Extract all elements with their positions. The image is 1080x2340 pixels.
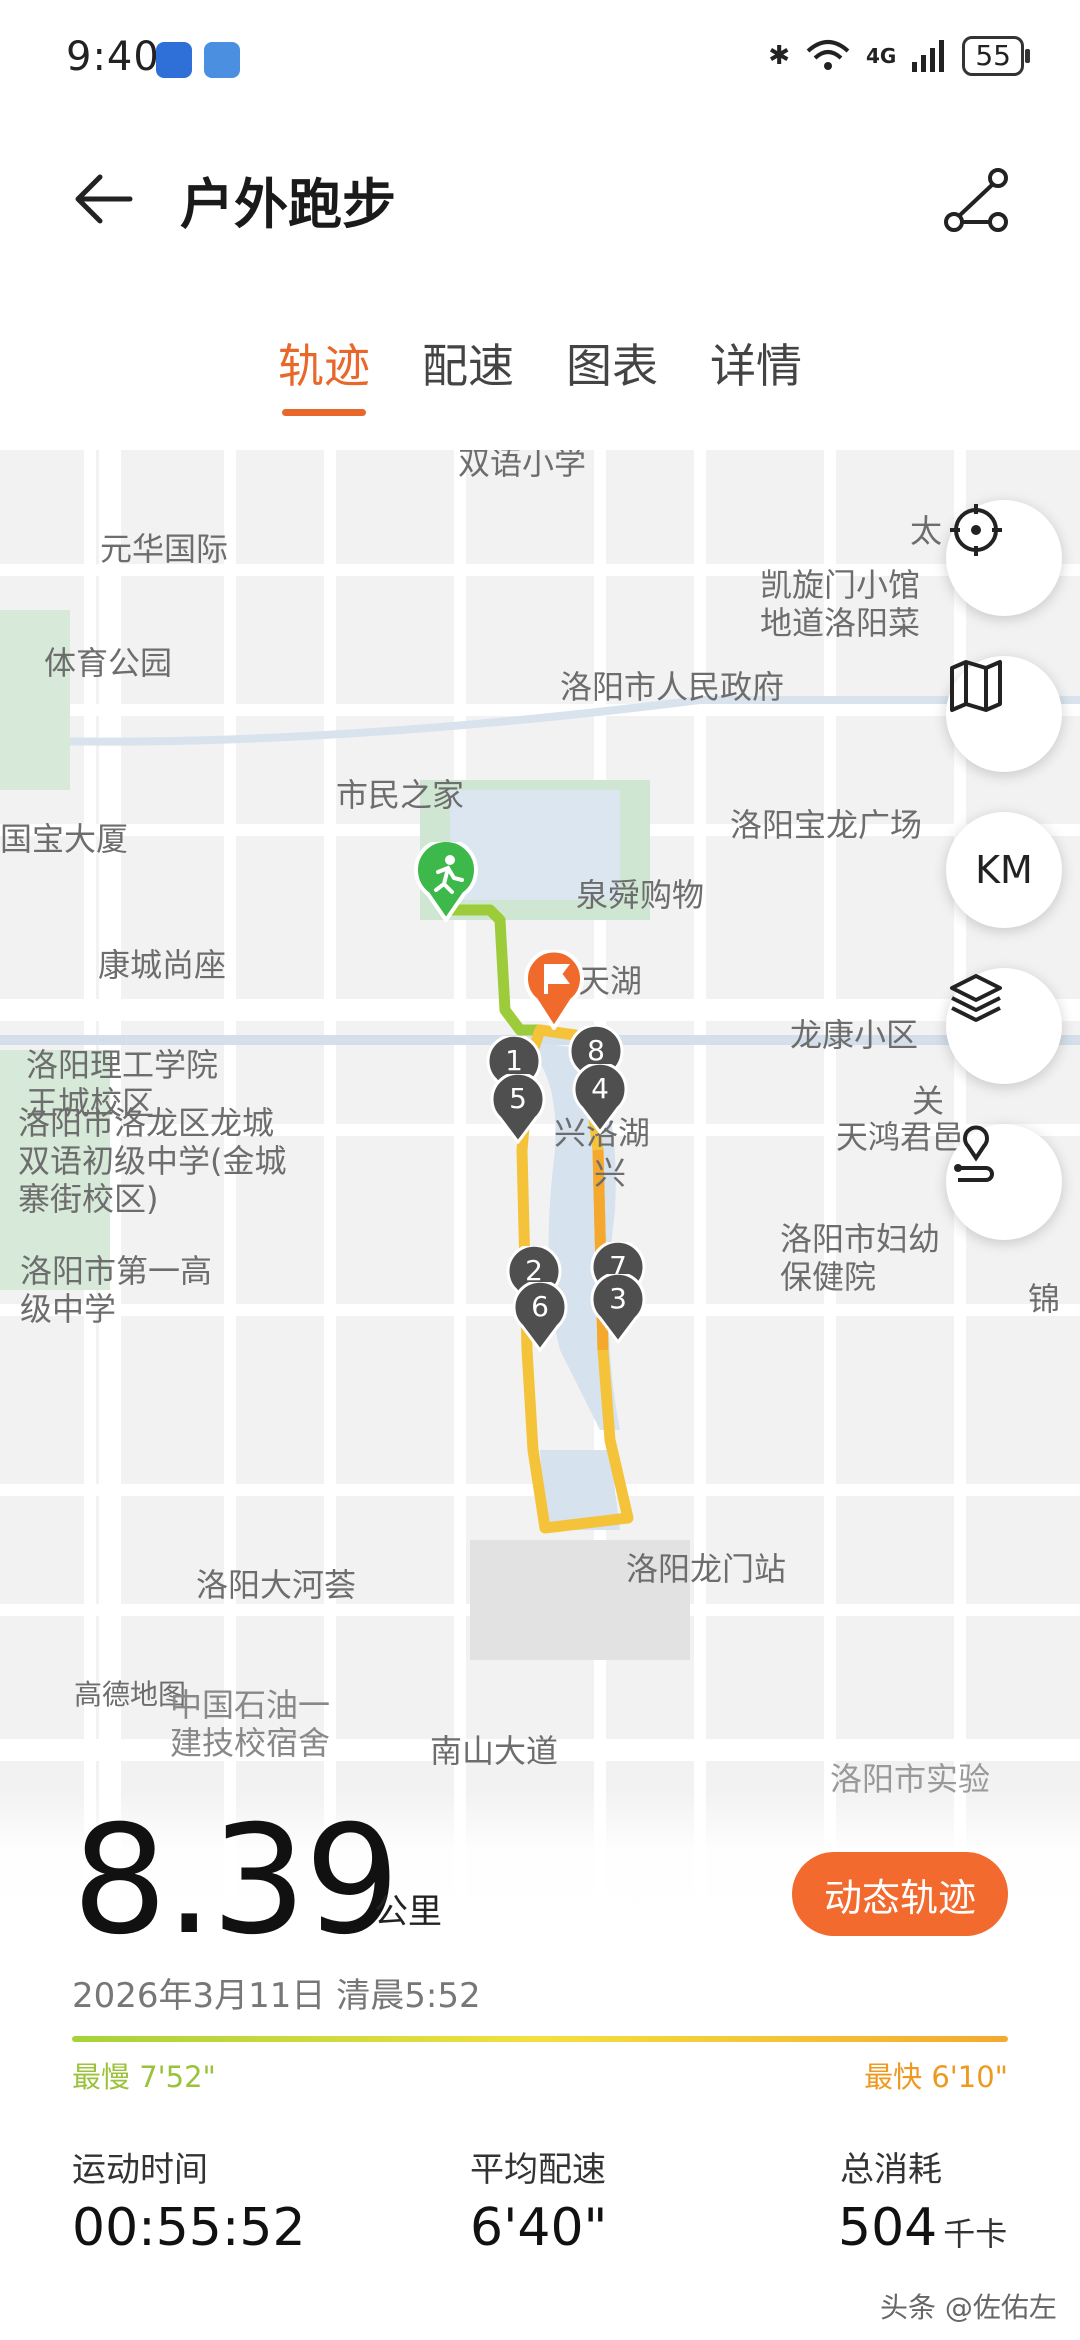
map-label: 锦 [1028, 1280, 1061, 1318]
tab-details[interactable]: 详情 [710, 330, 802, 416]
back-arrow-icon[interactable] [70, 164, 140, 234]
tab-track[interactable]: 轨迹 [278, 330, 370, 416]
km-marker: 3 [590, 1274, 646, 1344]
stat-value: 6'40" [470, 2198, 608, 2258]
route-share-icon[interactable] [940, 164, 1014, 238]
distance-unit: 公里 [374, 1892, 442, 1932]
map-label: 洛阳市第一高级中学 [20, 1252, 213, 1328]
page-title: 户外跑步 [180, 173, 396, 236]
map-label: 洛阳宝龙广场 [730, 806, 923, 844]
map-label: 洛阳市妇幼保健院 [780, 1220, 941, 1296]
km-marker-label: 6 [531, 1290, 549, 1323]
layers-icon [950, 974, 1002, 1022]
map-label: 双语小学 [458, 450, 587, 482]
map-label: 洛阳市人民政府 [560, 668, 785, 706]
signal-icon [912, 40, 945, 72]
calories-value: 504 [838, 2198, 938, 2258]
map-label: 南山大道 [430, 1732, 559, 1770]
locate-icon [950, 504, 1002, 556]
map-label: 泉舜购物 [576, 876, 705, 914]
km-toggle-label: KM [975, 848, 1033, 892]
map-style-button[interactable] [946, 656, 1062, 772]
tab-pace[interactable]: 配速 [422, 330, 514, 416]
km-marker-label: 3 [609, 1282, 627, 1315]
slowest-pace: 最慢 7'52" [72, 2060, 216, 2094]
layers-button[interactable] [946, 968, 1062, 1084]
map-label: 关 [912, 1082, 945, 1120]
wifi-icon [806, 40, 850, 70]
stat-label: 平均配速 [470, 2150, 606, 2190]
map-icon [950, 660, 1002, 712]
km-marker-label: 1 [505, 1044, 523, 1077]
km-marker: 5 [490, 1074, 546, 1144]
map-label: 太 [910, 512, 943, 550]
map-label: 地道洛阳菜 [760, 604, 921, 642]
workout-date: 2026年3月11日 清晨5:52 [72, 1976, 481, 2016]
route-point-button[interactable] [946, 1124, 1062, 1240]
weather-notification-icon [204, 42, 240, 78]
tab-chart[interactable]: 图表 [566, 330, 658, 416]
bluetooth-icon: ✱ [768, 41, 791, 71]
stat-value: 00:55:52 [72, 2198, 306, 2258]
calories-unit: 千卡 [943, 2215, 1008, 2253]
map-label: 凯旋门小馆 [760, 566, 921, 604]
battery-indicator: 55 [962, 36, 1030, 76]
map-label: 中国石油一建技校宿舍 [170, 1686, 331, 1762]
map-label: 天湖 [578, 962, 643, 1000]
start-runner-icon [414, 842, 478, 922]
map-label: 康城尚座 [98, 946, 227, 984]
map-label: 龙康小区 [790, 1016, 919, 1054]
finish-flag-icon [524, 950, 584, 1030]
stat-value-calories: 504 千卡 [838, 2198, 1007, 2258]
km-toggle-button[interactable]: KM [946, 812, 1062, 928]
km-marker-label: 5 [509, 1082, 527, 1115]
km-marker-label: 8 [587, 1034, 605, 1067]
map-label: 兴 [594, 1154, 627, 1192]
distance-value: 8.39 [72, 1794, 400, 1968]
km-marker: 4 [572, 1064, 628, 1134]
map-label: 天鸿君邑 [836, 1118, 965, 1156]
map-label: 洛阳大河荟 [196, 1566, 357, 1604]
map-label: 体育公园 [44, 644, 173, 682]
pace-gradient-bar [72, 2036, 1008, 2042]
replay-track-button[interactable]: 动态轨迹 [792, 1852, 1008, 1936]
fastest-pace: 最快 6'10" [864, 2060, 1008, 2094]
status-time: 9:40 [66, 34, 160, 80]
map-label: 洛阳龙门站 [626, 1550, 787, 1588]
map-label: 国宝大厦 [0, 820, 129, 858]
stat-label: 总消耗 [840, 2150, 942, 2190]
tab-bar: 轨迹 配速 图表 详情 [0, 330, 1080, 416]
km-marker: 6 [512, 1282, 568, 1352]
watermark: 头条 @佐佑左 [880, 2291, 1057, 2324]
route-pin-icon [954, 1125, 994, 1182]
km-marker-label: 4 [591, 1072, 609, 1105]
locate-button[interactable] [946, 500, 1062, 616]
app-notification-icon [156, 42, 192, 78]
map-label: 洛阳市洛龙区龙城双语初级中学(金城寨街校区) [18, 1104, 287, 1218]
map-label: 元华国际 [100, 530, 229, 568]
map-label: 市民之家 [336, 776, 465, 814]
status-indicators: ✱ 4G 55 [768, 36, 1030, 76]
network-label: 4G [866, 44, 897, 68]
stat-label: 运动时间 [72, 2150, 208, 2190]
